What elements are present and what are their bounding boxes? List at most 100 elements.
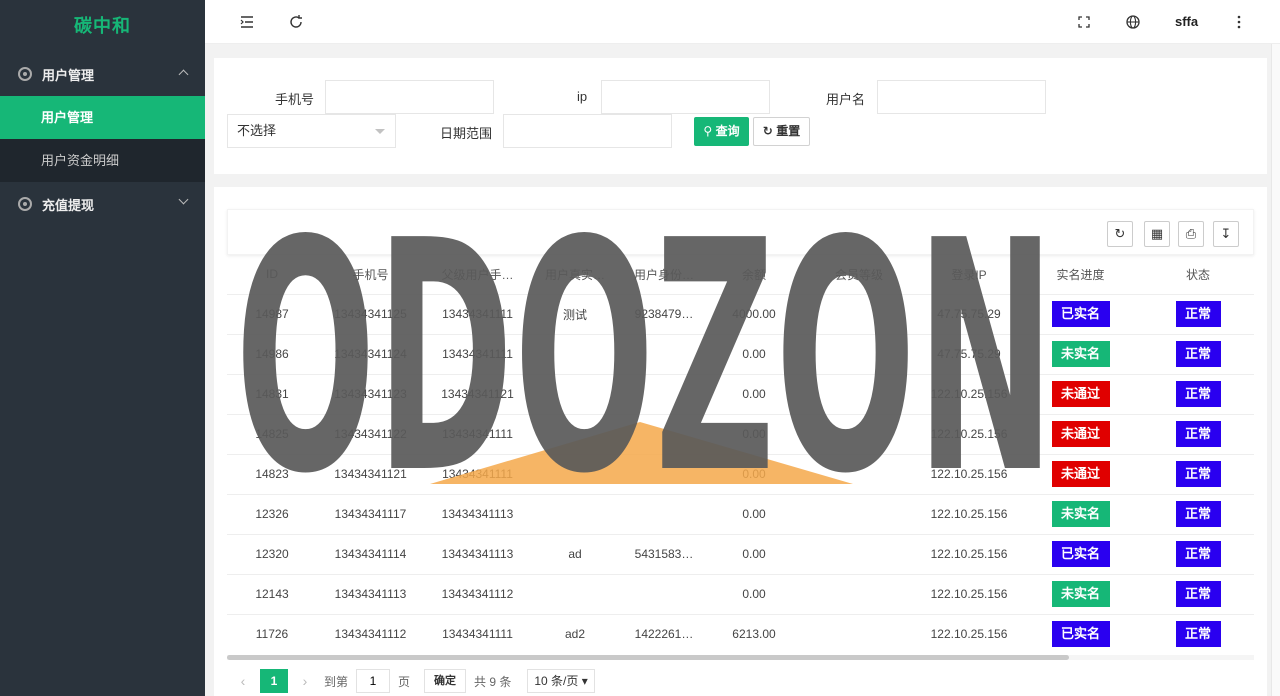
horizontal-scrollbar[interactable] (227, 655, 1254, 660)
columns-icon[interactable]: ▦ (1144, 221, 1170, 247)
globe-icon[interactable] (1125, 14, 1141, 30)
column-header[interactable]: 会员等级 (799, 255, 919, 294)
sidebar-item-user-funds[interactable]: 用户资金明细 (0, 139, 205, 182)
filter-select-value: 不选择 (237, 123, 277, 138)
phone-input[interactable] (325, 80, 494, 114)
refresh-icon[interactable]: ↻ (1107, 221, 1133, 247)
username[interactable]: sffa (1175, 14, 1198, 29)
menu-fold-icon[interactable] (239, 14, 255, 30)
column-header[interactable]: 手机号 (317, 255, 424, 294)
cell-id-card: 1422261… (619, 613, 709, 654)
page-size-select[interactable]: 10 条/页 ▾ (527, 669, 595, 693)
refresh-icon[interactable] (288, 14, 304, 30)
status-badge[interactable]: 正常 (1175, 461, 1221, 487)
goto-label: 到第 (324, 674, 349, 689)
query-button[interactable]: ⚲ 查询 (694, 117, 749, 146)
chevron-down-icon (178, 194, 189, 205)
refresh-icon: ↻ (762, 124, 773, 138)
username-input[interactable] (877, 80, 1046, 114)
verify-badge[interactable]: 已实名 (1051, 541, 1110, 567)
prev-page-icon[interactable]: ‹ (232, 673, 254, 689)
verify-badge[interactable]: 未实名 (1051, 341, 1110, 367)
verify-badge[interactable]: 未通过 (1051, 461, 1110, 487)
column-header[interactable]: 登录IP (919, 255, 1019, 294)
reset-button[interactable]: ↻ 重置 (753, 117, 810, 146)
verify-badge[interactable]: 已实名 (1051, 301, 1110, 327)
cell-member-level (799, 373, 919, 414)
cell-status: 正常 (1142, 333, 1254, 374)
cell-id: 14987 (227, 293, 317, 334)
fullscreen-icon[interactable] (1076, 14, 1092, 30)
cell-verify: 已实名 (1019, 293, 1142, 334)
table-row[interactable]: 12320 13434341114 13434341113 ad 5431583… 0.0… (227, 533, 1254, 574)
cell-verify: 未实名 (1019, 333, 1142, 374)
table-row[interactable]: 12143 13434341113 13434341112 0.00 122.10.25… (227, 573, 1254, 614)
cell-real-name (531, 573, 619, 614)
phone-label: 手机号 (275, 92, 315, 107)
cell-id-card (619, 493, 709, 534)
column-header[interactable]: 实名进度 (1019, 255, 1142, 294)
cell-member-level (799, 413, 919, 454)
print-icon[interactable]: ⎙ (1178, 221, 1204, 247)
goto-page-input[interactable] (356, 669, 391, 693)
table-row[interactable]: 11726 13434341112 13434341111 ad2 1422261… 62… (227, 613, 1254, 654)
cell-id-card (619, 333, 709, 374)
menu-group-user-management[interactable]: 用户管理 (0, 52, 205, 96)
verify-badge[interactable]: 未通过 (1051, 381, 1110, 407)
scrollbar-thumb[interactable] (227, 655, 1069, 660)
cell-member-level (799, 453, 919, 494)
cell-phone: 13434341114 (317, 533, 424, 574)
cell-id: 14823 (227, 453, 317, 494)
cell-login-ip: 122.10.25.156 (919, 533, 1019, 574)
column-header[interactable]: 状态 (1142, 255, 1254, 294)
status-badge[interactable]: 正常 (1175, 501, 1221, 527)
app-logo[interactable]: 碳中和 (0, 0, 205, 52)
menu-group-recharge-withdraw[interactable]: 充值提现 (0, 182, 205, 226)
table-row[interactable]: 12326 13434341117 13434341113 0.00 122.10.25… (227, 493, 1254, 534)
page-current[interactable]: 1 (260, 669, 288, 693)
cell-balance: 0.00 (709, 573, 799, 614)
status-badge[interactable]: 正常 (1175, 301, 1221, 327)
column-header[interactable]: 父级用户手… (424, 255, 531, 294)
cell-balance: 6213.00 (709, 613, 799, 654)
column-header[interactable]: 用户身份… (619, 255, 709, 294)
column-header[interactable]: ID (227, 255, 317, 294)
cell-login-ip: 47.75.75.29 (919, 333, 1019, 374)
table-row[interactable]: 14823 13434341121 13434341111 0.00 122.10.25… (227, 453, 1254, 494)
cell-status: 正常 (1142, 453, 1254, 494)
cell-member-level (799, 333, 919, 374)
verify-badge[interactable]: 已实名 (1051, 621, 1110, 648)
status-badge[interactable]: 正常 (1175, 341, 1221, 367)
table-row[interactable]: 14987 13434341125 13434341111 测试 9238479… 400… (227, 293, 1254, 334)
date-range-input[interactable] (503, 114, 672, 148)
status-badge[interactable]: 正常 (1175, 381, 1221, 407)
status-badge[interactable]: 正常 (1175, 581, 1221, 607)
next-page-icon[interactable]: › (294, 673, 316, 689)
column-header[interactable]: 余额 (709, 255, 799, 294)
status-badge[interactable]: 正常 (1175, 421, 1221, 447)
verify-badge[interactable]: 未实名 (1051, 581, 1110, 607)
table-panel: ↻ ▦ ⎙ ↧ ID 手机号 父级用户手… 用户真实… 用户身份… 余额 会员等… (214, 187, 1267, 696)
cell-status: 正常 (1142, 413, 1254, 454)
table-row[interactable]: 14831 13434341123 13434341121 0.00 122.10.25… (227, 373, 1254, 414)
ip-input[interactable] (601, 80, 770, 114)
export-icon[interactable]: ↧ (1213, 221, 1239, 247)
sidebar-item-user-management[interactable]: 用户管理 (0, 96, 205, 139)
gear-icon (18, 197, 32, 211)
cell-phone: 13434341122 (317, 413, 424, 454)
column-header[interactable]: 用户真实… (531, 255, 619, 294)
table-row[interactable]: 14825 13434341122 13434341111 0.00 122.10.25… (227, 413, 1254, 454)
verify-badge[interactable]: 未通过 (1051, 421, 1110, 447)
table-row[interactable]: 14986 13434341124 13434341111 0.00 47.75.75.… (227, 333, 1254, 374)
goto-confirm-button[interactable]: 确定 (424, 669, 467, 693)
cell-id: 14831 (227, 373, 317, 414)
more-vertical-icon[interactable] (1231, 14, 1247, 30)
page-unit-label: 页 (398, 674, 411, 689)
cell-login-ip: 122.10.25.156 (919, 453, 1019, 494)
verify-badge[interactable]: 未实名 (1051, 501, 1110, 527)
status-badge[interactable]: 正常 (1175, 621, 1221, 648)
status-badge[interactable]: 正常 (1175, 541, 1221, 567)
filter-select[interactable]: 不选择 (227, 114, 396, 148)
cell-balance: 0.00 (709, 413, 799, 454)
page-scrollbar[interactable] (1271, 44, 1280, 696)
